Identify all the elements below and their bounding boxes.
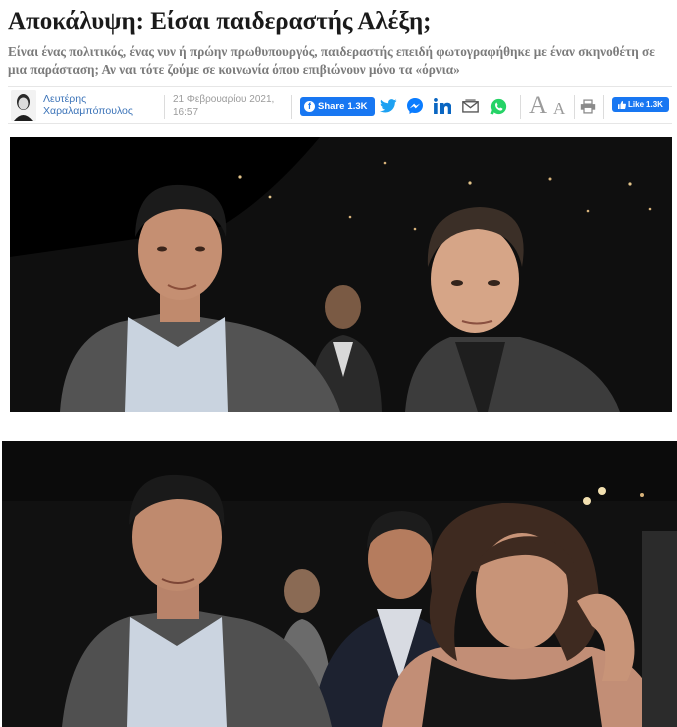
- facebook-like-count: 1.3K: [646, 100, 663, 109]
- article-photo-1: [10, 137, 672, 412]
- facebook-share-button[interactable]: f Share 1.3K: [300, 97, 375, 116]
- font-decrease-button[interactable]: A: [553, 99, 565, 119]
- print-icon[interactable]: [578, 96, 598, 116]
- facebook-share-count: 1.3K: [347, 101, 368, 112]
- author-last-name: Χαραλαμπόπουλος: [43, 105, 133, 117]
- whatsapp-icon[interactable]: [488, 96, 508, 116]
- article-title: Αποκάλυψη: Είσαι παιδεραστής Αλέξη;: [8, 8, 432, 35]
- author-link[interactable]: Λευτέρης Χαραλαμπόπουλος: [43, 93, 143, 117]
- article-photo-2: [2, 441, 677, 727]
- facebook-like-label: Like: [628, 100, 645, 109]
- article-meta-bar: Λευτέρης Χαραλαμπόπουλος 21 Φεβρουαρίου …: [8, 86, 672, 124]
- post-date: 21 Φεβρουαρίου 2021, 16:57: [173, 93, 293, 119]
- twitter-icon[interactable]: [378, 96, 398, 116]
- email-icon[interactable]: [460, 96, 480, 116]
- article-lead: Είναι ένας πολιτικός, ένας νυν ή πρώην π…: [8, 44, 655, 77]
- thumbs-up-icon: [618, 100, 626, 109]
- divider: [291, 95, 292, 119]
- divider: [574, 95, 575, 119]
- facebook-share-label: Share: [318, 101, 345, 112]
- post-date-day: 21 Φεβρουαρίου 2021,: [173, 94, 275, 105]
- divider: [520, 95, 521, 119]
- linkedin-icon[interactable]: [432, 96, 452, 116]
- author-avatar[interactable]: [11, 90, 36, 121]
- facebook-icon: f: [304, 101, 315, 112]
- messenger-icon[interactable]: [405, 96, 425, 116]
- facebook-like-button[interactable]: Like 1.3K: [612, 97, 669, 112]
- divider: [164, 95, 165, 119]
- divider: [603, 95, 604, 119]
- post-date-time: 16:57: [173, 107, 199, 118]
- author-first-name: Λευτέρης: [43, 93, 87, 105]
- font-increase-button[interactable]: A: [529, 92, 547, 120]
